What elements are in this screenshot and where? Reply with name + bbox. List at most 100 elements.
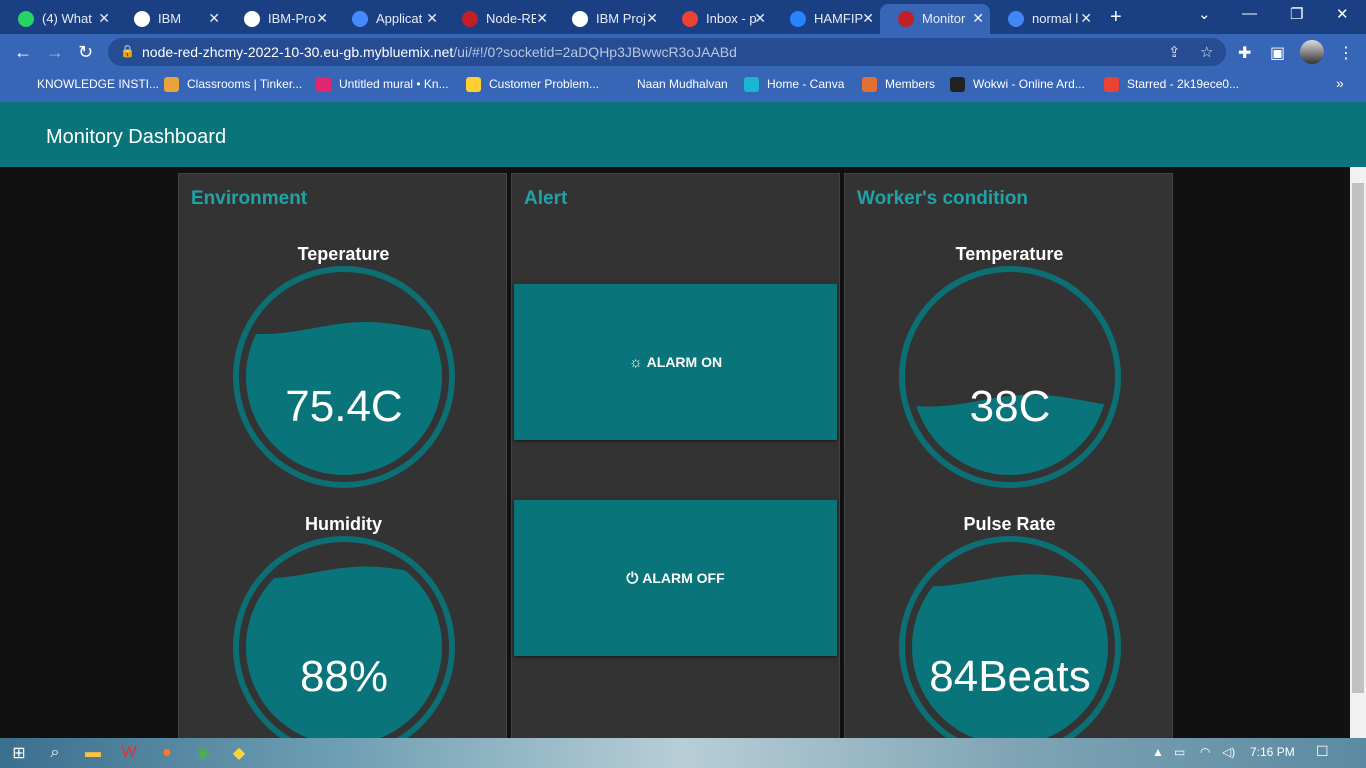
browser-tab-bar: (4) What ✕ IBM ✕ IBM-Pro ✕ Applicat ✕ Node-RE ✕ IB… [0, 0, 1366, 34]
gmail-icon [682, 11, 698, 27]
bookmark-label: Home - Canva [767, 77, 845, 91]
wps-icon[interactable]: W [118, 742, 140, 764]
avatar[interactable] [1300, 40, 1324, 64]
menu-icon[interactable]: ⋮ [1338, 43, 1354, 63]
gauge-value: 38C [970, 382, 1051, 431]
bookmark-label: Customer Problem... [489, 77, 600, 91]
close-icon[interactable]: ✕ [208, 10, 220, 27]
group-title-worker: Worker's condition [857, 188, 1028, 209]
firefox-icon[interactable]: ● [156, 742, 178, 764]
canva-icon [744, 77, 759, 93]
bookmark-item[interactable]: Starred - 2k19ece0... [1104, 77, 1239, 93]
group-worker-condition: Worker's condition Temperature 38C Pulse… [844, 173, 1173, 739]
reload-icon[interactable]: ↻ [78, 42, 93, 63]
close-icon[interactable]: ✕ [646, 10, 658, 27]
notifications-icon[interactable]: ☐ [1316, 743, 1329, 760]
file-explorer-icon[interactable]: ▬ [82, 742, 104, 764]
gauge-pulse-rate: 84Beats [899, 536, 1121, 739]
chevron-down-icon[interactable]: ⌄ [1198, 5, 1211, 23]
alarm-on-button[interactable]: ☼ ALARM ON [514, 284, 837, 440]
scrollbar-thumb[interactable] [1352, 183, 1364, 693]
ibm-cloud-icon [352, 11, 368, 27]
alarm-off-button[interactable]: ⏻ ALARM OFF [514, 500, 837, 656]
lock-icon[interactable]: 🔒 [120, 44, 135, 58]
search-icon[interactable]: ⌕ [44, 742, 66, 764]
bookmark-label: KNOWLEDGE INSTI... [37, 77, 160, 91]
tab-1[interactable]: IBM ✕ [116, 4, 226, 34]
tab-label: Applicat [376, 11, 423, 26]
tab-9[interactable]: normal l ✕ [990, 4, 1098, 34]
node-red-icon [462, 11, 478, 27]
back-icon[interactable]: ← [14, 42, 32, 63]
clock[interactable]: 7:16 PM [1250, 745, 1295, 759]
tab-8[interactable]: Monitor ✕ [880, 4, 990, 34]
tab-4[interactable]: Node-RE ✕ [444, 4, 554, 34]
bookmark-item[interactable]: Classrooms | Tinker... [164, 77, 302, 93]
close-window-icon[interactable]: ✕ [1336, 5, 1349, 23]
chrome-icon[interactable]: ◉ [192, 742, 214, 764]
mural-icon [316, 77, 331, 93]
jira-icon [790, 11, 806, 27]
extensions-icon[interactable]: ✚ [1238, 43, 1251, 63]
gauge-value: 75.4C [285, 382, 402, 431]
python-icon[interactable]: ◆ [228, 742, 250, 764]
gauge-value: 84Beats [929, 652, 1090, 701]
tab-label: Node-RE [486, 11, 536, 26]
share-icon[interactable]: ⇪ [1168, 43, 1181, 61]
gauge-label-humidity: Humidity [304, 514, 382, 534]
close-icon[interactable]: ✕ [426, 10, 438, 27]
restore-icon[interactable]: ❐ [1290, 5, 1303, 23]
members-icon [862, 77, 877, 93]
tab-0[interactable]: (4) What ✕ [0, 4, 116, 34]
bookmark-item[interactable]: Wokwi - Online Ard... [950, 77, 1085, 93]
tab-5[interactable]: IBM Proj ✕ [554, 4, 664, 34]
battery-icon[interactable]: ▭ [1174, 745, 1185, 759]
tray-chevron-icon[interactable]: ▲ [1152, 745, 1164, 759]
group-title-alert: Alert [524, 188, 568, 209]
wifi-icon[interactable]: ◠ [1200, 745, 1210, 759]
forward-icon[interactable]: → [46, 42, 64, 63]
tab-3[interactable]: Applicat ✕ [334, 4, 444, 34]
new-tab-icon[interactable]: + [1110, 6, 1122, 29]
tab-2[interactable]: IBM-Pro ✕ [226, 4, 334, 34]
url-field[interactable]: 🔒 node-red-zhcmy-2022-10-30.eu-gb.myblue… [108, 38, 1226, 66]
tab-label: IBM Proj [596, 11, 646, 26]
bookmark-label: Untitled mural • Kn... [339, 77, 449, 91]
miro-icon [466, 77, 481, 93]
close-icon[interactable]: ✕ [862, 10, 874, 27]
minimize-icon[interactable]: — [1242, 5, 1257, 22]
alarm-on-label: ALARM ON [646, 354, 723, 370]
close-icon[interactable]: ✕ [754, 10, 766, 27]
bookmark-star-icon[interactable]: ☆ [1200, 43, 1213, 61]
page-scrollbar[interactable] [1350, 167, 1366, 739]
gauge-temperature-worker: 38C [899, 266, 1121, 488]
tab-7[interactable]: HAMFIP ✕ [772, 4, 880, 34]
page-title: Monitory Dashboard [46, 126, 227, 148]
close-icon[interactable]: ✕ [98, 10, 110, 27]
bookmark-item[interactable]: Untitled mural • Kn... [316, 77, 449, 93]
close-icon[interactable]: ✕ [536, 10, 548, 27]
close-icon[interactable]: ✕ [972, 10, 984, 27]
alarm-off-label: ALARM OFF [642, 570, 725, 586]
volume-icon[interactable]: ◁) [1222, 745, 1235, 759]
tab-label: IBM [158, 11, 182, 26]
bookmark-item[interactable]: KNOWLEDGE INSTI... [14, 77, 160, 93]
tab-label: Monitor [922, 11, 966, 26]
gmail-icon [1104, 77, 1119, 93]
bookmark-label: Wokwi - Online Ard... [973, 77, 1085, 91]
bookmark-item[interactable]: Home - Canva [744, 77, 845, 93]
close-icon[interactable]: ✕ [1080, 10, 1092, 27]
bookmark-item[interactable]: Customer Problem... [466, 77, 600, 93]
windows-start-icon[interactable]: ⊞ [8, 742, 30, 764]
group-title-environment: Environment [191, 188, 308, 209]
tab-label: HAMFIP [814, 11, 864, 26]
bookmark-item[interactable]: Members [862, 77, 935, 93]
more-bookmarks-icon[interactable]: » [1336, 75, 1344, 91]
tab-6[interactable]: Inbox - p ✕ [664, 4, 772, 34]
wix-icon [572, 11, 588, 27]
side-panel-icon[interactable]: ▣ [1270, 43, 1285, 63]
close-icon[interactable]: ✕ [316, 10, 328, 27]
bookmark-item[interactable]: Naan Mudhalvan [614, 77, 728, 93]
whatsapp-icon [18, 11, 34, 27]
tab-label: Inbox - p [706, 11, 756, 26]
